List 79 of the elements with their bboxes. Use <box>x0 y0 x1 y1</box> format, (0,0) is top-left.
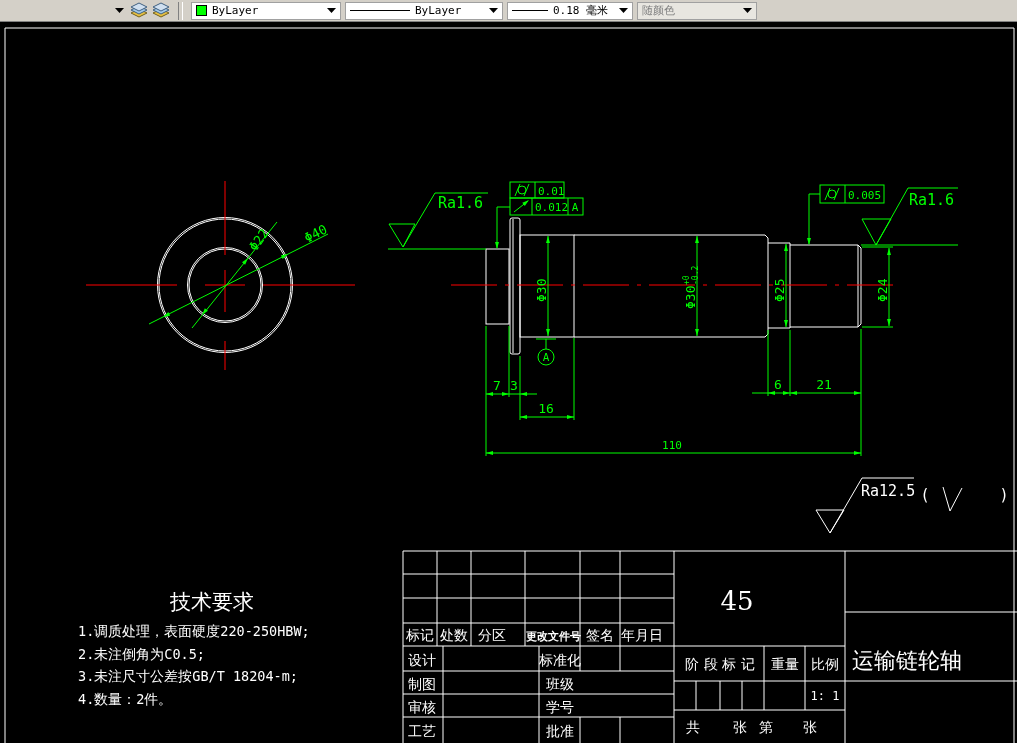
requirement-text: 2.未注倒角为C0.5; <box>78 645 205 662</box>
dimension-text: Φ30 <box>683 285 698 309</box>
table-header: 更改文件号 <box>525 630 581 643</box>
caret-icon <box>743 8 752 13</box>
extension-line <box>767 329 769 397</box>
extension-line <box>861 246 894 248</box>
datum-reference: A <box>571 201 579 214</box>
bracket-text: ( <box>920 486 930 504</box>
bracket-text: ) <box>999 486 1009 504</box>
table-label: 审核 <box>408 699 436 715</box>
check-mark-icon <box>942 486 963 512</box>
table-label: 工艺 <box>408 722 436 739</box>
line-sample-icon <box>512 10 548 11</box>
table-label: 共 <box>686 719 700 735</box>
part-name: 运输链轮轴 <box>852 648 962 673</box>
scale-text: 1: 1 <box>810 689 840 703</box>
table-label: 学号 <box>546 699 574 715</box>
table-header: 比例 <box>811 656 839 672</box>
table-label: 第 <box>759 719 773 735</box>
dimension-text: Φ22 <box>245 225 272 254</box>
dimension-text: 6 <box>774 377 782 392</box>
line-sample-icon <box>350 10 410 11</box>
datum-label: A <box>542 351 550 364</box>
layer-stack-icon[interactable] <box>152 1 170 20</box>
roughness-text: Ra1.6 <box>438 194 484 212</box>
caret-icon <box>489 8 498 13</box>
table-header: 处数 <box>440 627 468 643</box>
color-dropdown[interactable]: ByLayer <box>191 1 341 20</box>
table-header: 阶 段 标 记 <box>685 656 755 672</box>
dimension-text: Φ30 <box>534 278 549 302</box>
dimension-text: 21 <box>816 377 832 392</box>
tolerance-value: 0.005 <box>848 189 882 202</box>
tolerance-text: -0.2 <box>691 265 700 285</box>
tolerance-value: 0.01 <box>538 185 565 198</box>
table-label: 制图 <box>408 675 436 692</box>
lineweight-dropdown[interactable]: 0.18 毫米 <box>507 1 633 20</box>
table-header: 签名 <box>586 627 614 643</box>
leader-line <box>495 206 511 249</box>
table-label: 批准 <box>546 722 574 739</box>
table-label: 张 <box>803 719 817 735</box>
caret-icon <box>114 8 124 13</box>
dimension-line <box>519 415 575 419</box>
dimension-text: 3 <box>510 378 518 393</box>
leader-line <box>807 193 821 245</box>
color-swatch-icon <box>196 5 207 16</box>
material-text: 45 <box>720 586 754 616</box>
roughness-text: Ra12.5 <box>861 482 916 500</box>
table-label: 班级 <box>546 675 574 692</box>
extension-line <box>519 355 521 421</box>
dimension-text: 7 <box>493 378 501 393</box>
cylindricity-icon <box>514 183 530 197</box>
dimension-text: 110 <box>662 439 682 452</box>
datum-symbol <box>535 338 557 366</box>
layer-stack-icon[interactable] <box>130 1 148 20</box>
roughness-text: Ra1.6 <box>909 191 955 209</box>
requirement-text: 4.数量：2件。 <box>78 691 173 708</box>
dimension-text: 16 <box>538 401 554 416</box>
caret-icon <box>619 8 628 13</box>
dimension-text: Φ25 <box>772 278 787 302</box>
tolerance-value: 0.012 <box>535 201 569 214</box>
runout-arrow-icon <box>513 200 529 213</box>
tolerance-text: +0 <box>682 275 691 285</box>
cylindricity-icon <box>824 187 840 201</box>
table-header: 标记 <box>406 627 434 643</box>
tolerance-frame <box>819 184 885 204</box>
table-label: 设计 <box>408 652 436 668</box>
dimension-text: Φ24 <box>875 278 890 302</box>
table-header: 分区 <box>478 627 506 643</box>
table-label: 标准化 <box>539 652 581 668</box>
requirement-text: 1.调质处理，表面硬度220-250HBW; <box>78 623 310 639</box>
extension-line <box>789 329 791 397</box>
requirement-text: 3.未注尺寸公差按GB/T 18204-m; <box>78 668 298 685</box>
dimension-text: Φ40 <box>301 221 330 246</box>
table-header: 年月日 <box>621 627 663 643</box>
linetype-dropdown[interactable]: ByLayer <box>345 1 503 20</box>
section-title: 技术要求 <box>170 590 254 614</box>
table-header: 重量 <box>771 656 799 672</box>
table-label: 张 <box>733 719 747 735</box>
caret-icon <box>327 8 336 13</box>
